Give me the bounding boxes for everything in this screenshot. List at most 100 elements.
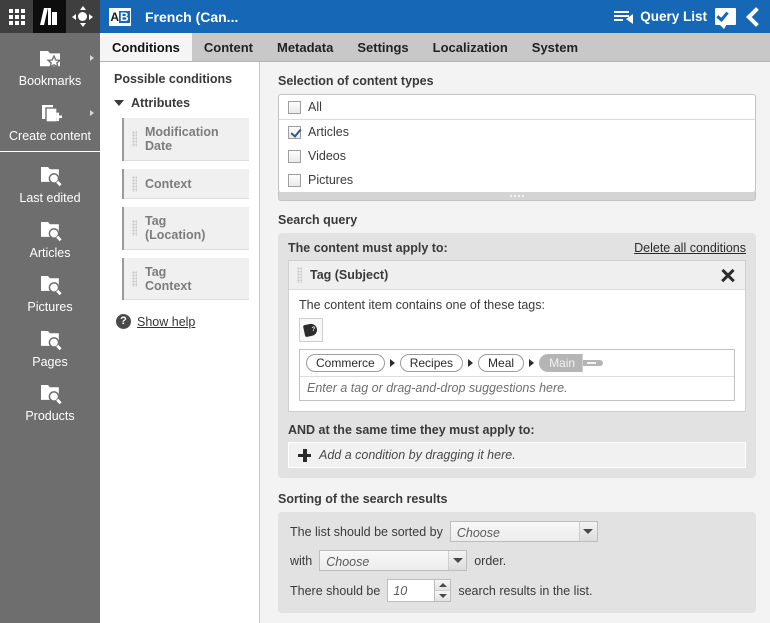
sorting-title: Sorting of the search results: [278, 492, 448, 506]
result-count-input[interactable]: [387, 579, 436, 602]
tab-bar: Conditions Content Metadata Settings Loc…: [100, 33, 770, 62]
sidebar-item-last-edited[interactable]: Last edited: [0, 156, 100, 211]
sidebar-item-products[interactable]: Products: [0, 374, 100, 429]
tab-system[interactable]: System: [520, 33, 590, 61]
sort-by-row: The list should be sorted by Choose: [290, 521, 744, 542]
content-types-title: Selection of content types: [278, 74, 434, 88]
title-bar-actions: Query List: [614, 7, 770, 29]
show-help-row[interactable]: ? Show help: [116, 314, 249, 330]
speech-bubble-check-icon[interactable]: [715, 8, 736, 29]
must-apply-label: The content must apply to:: [288, 241, 448, 255]
condition-item-tag-location[interactable]: Tag (Location): [122, 206, 249, 250]
delete-all-conditions-link[interactable]: Delete all conditions: [634, 241, 746, 255]
content-type-option-videos[interactable]: Videos: [279, 144, 755, 168]
result-count-stepper[interactable]: [387, 579, 452, 602]
chevron-down-icon: [114, 100, 124, 106]
sort-order-select[interactable]: Choose: [319, 550, 468, 571]
tag-question-icon[interactable]: ?: [299, 318, 323, 342]
condition-item-label: Tag (Location): [145, 214, 205, 243]
chevron-right-icon: [90, 55, 94, 61]
stepper-increment-button[interactable]: [435, 580, 451, 590]
ab-icon-letter-a: A: [110, 9, 119, 24]
possible-conditions-panel: Possible conditions Attributes Modificat…: [100, 62, 260, 623]
content-type-option-pictures[interactable]: Pictures: [279, 168, 755, 192]
condition-item-tag-context[interactable]: Tag Context: [122, 257, 249, 301]
sidebar-item-articles[interactable]: Articles: [0, 211, 100, 266]
tag-pill-commerce[interactable]: Commerce: [306, 354, 385, 372]
dropzone-text: Add a condition by dragging it here.: [319, 448, 516, 462]
condition-card-header: Tag (Subject): [289, 261, 745, 290]
tag-pill-recipes[interactable]: Recipes: [399, 354, 464, 372]
tab-localization[interactable]: Localization: [421, 33, 520, 61]
content-type-option-articles[interactable]: Articles: [279, 120, 755, 144]
sort-order-value: Choose: [326, 554, 370, 569]
sidebar-item-create-content[interactable]: Create content: [0, 94, 100, 149]
chevron-left-icon[interactable]: [746, 7, 760, 27]
sorting-box: The list should be sorted by Choose with…: [278, 512, 756, 613]
tag-pill-main[interactable]: Main: [539, 354, 584, 372]
tag-pill-main-remove-icon[interactable]: [583, 360, 604, 366]
show-help-link[interactable]: Show help: [137, 315, 195, 329]
query-list-icon[interactable]: [614, 10, 634, 24]
query-list-label[interactable]: Query List: [640, 9, 707, 24]
listbox-resize-grip[interactable]: [278, 192, 756, 201]
condition-item-context[interactable]: Context: [122, 168, 249, 199]
attributes-group-toggle[interactable]: Attributes: [114, 96, 249, 110]
content-type-option-all[interactable]: All: [279, 95, 755, 120]
main-region: AB French (Can... Query List Conditions …: [100, 0, 770, 623]
tab-content[interactable]: Content: [192, 33, 265, 61]
tag-pill-meal[interactable]: Meal: [478, 354, 525, 372]
condition-item-label: Tag Context: [145, 265, 192, 294]
sidebar-item-pages[interactable]: Pages: [0, 320, 100, 375]
tab-metadata[interactable]: Metadata: [265, 33, 345, 61]
drag-handle-icon[interactable]: [132, 131, 137, 148]
sidebar-item-label: Articles: [29, 245, 71, 260]
and-condition-label: AND at the same time they must apply to:: [288, 423, 535, 437]
close-x-icon[interactable]: [719, 266, 737, 284]
tab-conditions[interactable]: Conditions: [100, 33, 192, 61]
condition-dropzone[interactable]: Add a condition by dragging it here.: [288, 442, 746, 468]
drag-handle-icon[interactable]: [297, 267, 302, 283]
library-logo-icon[interactable]: [33, 0, 66, 33]
sidebar-item-label: Pictures: [27, 300, 73, 314]
sort-by-prefix-label: The list should be sorted by: [290, 524, 443, 539]
window-title-bar: AB French (Can... Query List: [100, 0, 770, 33]
content-types-listbox: All Articles Videos Pictures: [278, 94, 756, 193]
folder-search-icon: [35, 381, 65, 407]
ab-icon-letter-b: B: [119, 9, 130, 24]
condition-item-label-line2: Context: [145, 278, 192, 293]
drag-handle-icon[interactable]: [132, 220, 137, 237]
tab-settings[interactable]: Settings: [345, 33, 420, 61]
tag-entry-placeholder[interactable]: Enter a tag or drag-and-drop suggestions…: [300, 376, 734, 400]
move-navigate-icon[interactable]: [66, 0, 99, 33]
page-title: French (Can...: [145, 8, 239, 25]
drag-handle-icon[interactable]: [132, 175, 137, 192]
drag-handle-icon[interactable]: [132, 270, 137, 287]
search-query-title: Search query: [278, 213, 358, 227]
apps-grid-icon[interactable]: [0, 0, 33, 33]
content-split: Possible conditions Attributes Modificat…: [100, 62, 770, 623]
breadcrumb-arrow-icon: [389, 359, 395, 367]
sidebar-item-pictures[interactable]: Pictures: [0, 265, 100, 320]
sort-by-value: Choose: [456, 525, 500, 540]
sort-order-suffix-label: order.: [474, 553, 507, 568]
checkbox-pictures[interactable]: [288, 173, 301, 187]
sort-by-select[interactable]: Choose: [449, 521, 598, 542]
tag-input-field[interactable]: Commerce Recipes Meal Main Enter a tag o…: [299, 349, 735, 401]
left-navigation-rail: Bookmarks Create content Last edited Art…: [0, 0, 100, 623]
condition-card-body: The content item contains one of these t…: [289, 290, 745, 411]
checkbox-videos[interactable]: [288, 149, 301, 163]
question-mark-icon: ?: [116, 314, 131, 330]
checkbox-all[interactable]: [288, 100, 301, 114]
possible-conditions-title: Possible conditions: [114, 72, 233, 86]
result-count-row: There should be search results in the li…: [290, 579, 744, 602]
result-count-suffix-label: search results in the list.: [458, 583, 593, 598]
sort-order-row: with Choose order.: [290, 550, 744, 571]
search-query-box: The content must apply to: Delete all co…: [278, 233, 756, 478]
condition-item-modification-date[interactable]: Modification Date: [122, 118, 249, 161]
checkbox-articles[interactable]: [288, 125, 301, 139]
condition-item-label-line1: Tag: [145, 264, 167, 279]
sidebar-item-bookmarks[interactable]: Bookmarks: [0, 39, 100, 94]
folder-search-icon: [35, 272, 65, 298]
stepper-decrement-button[interactable]: [435, 590, 451, 601]
